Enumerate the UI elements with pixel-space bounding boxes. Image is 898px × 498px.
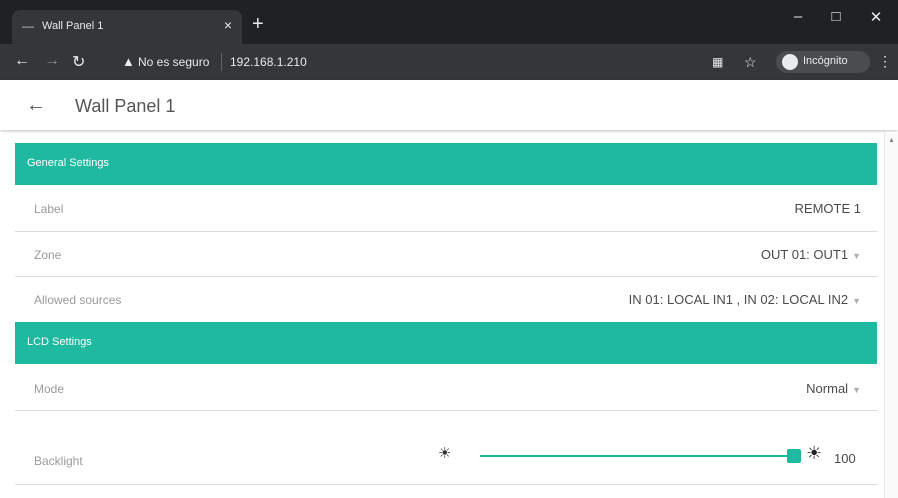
arrow-left-icon[interactable]: ← <box>26 94 46 117</box>
warning-icon: ▲ <box>122 54 135 69</box>
lcd-settings-header: LCD Settings <box>15 322 877 364</box>
label-field-label: Label <box>34 202 64 216</box>
mode-row[interactable]: Mode Normal ▼ <box>15 365 877 411</box>
scroll-up-icon[interactable]: ▲ <box>888 137 895 144</box>
label-field-value[interactable]: REMOTE 1 <box>795 201 861 216</box>
browser-titlebar: — Wall Panel 1 × + – □ ✕ <box>0 0 898 44</box>
url-text[interactable]: 192.168.1.210 <box>230 55 307 69</box>
reload-icon[interactable]: ↻ <box>72 52 85 72</box>
mode-label: Mode <box>34 382 65 396</box>
star-icon[interactable]: ☆ <box>744 54 757 71</box>
label-row[interactable]: Label REMOTE 1 <box>15 186 877 232</box>
omnibox-divider <box>221 53 222 71</box>
backlight-label: Backlight <box>34 454 83 468</box>
mode-value: Normal <box>806 381 849 396</box>
tab-title: Wall Panel 1 <box>42 20 104 32</box>
tab-favicon-icon: — <box>22 19 34 33</box>
brightness-high-icon: ☀ <box>806 443 823 463</box>
address-bar[interactable]: ▲ No es seguro 192.168.1.210 <box>104 49 754 75</box>
scrollbar[interactable]: ▲ <box>884 132 898 498</box>
allowed-sources-row[interactable]: Allowed sources IN 01: LOCAL IN1 , IN 02… <box>15 277 877 321</box>
back-nav-icon[interactable]: ← <box>14 52 30 70</box>
tab-close-icon[interactable]: × <box>224 17 232 33</box>
section-title: LCD Settings <box>27 336 92 348</box>
backlight-slider-track[interactable] <box>480 455 795 457</box>
mode-select[interactable]: Normal ▼ <box>806 381 861 396</box>
translate-icon[interactable]: ▦ <box>712 55 723 69</box>
allowed-sources-label: Allowed sources <box>34 293 122 307</box>
maximize-icon[interactable]: □ <box>826 8 846 25</box>
caret-down-icon: ▼ <box>852 296 861 306</box>
zone-select[interactable]: OUT 01: OUT1 ▼ <box>761 247 861 262</box>
close-window-icon[interactable]: ✕ <box>866 8 886 26</box>
page-title: Wall Panel 1 <box>75 96 176 116</box>
menu-icon[interactable]: ⋮ <box>878 53 892 70</box>
caret-down-icon: ▼ <box>852 385 861 395</box>
incognito-badge[interactable]: Incógnito <box>776 51 870 73</box>
incognito-label: Incógnito <box>803 55 848 67</box>
app-header: ← Wall Panel 1 <box>0 80 898 130</box>
new-tab-icon[interactable]: + <box>252 14 264 34</box>
minimize-icon[interactable]: – <box>788 8 808 25</box>
browser-toolbar: ← → ↻ ▲ No es seguro 192.168.1.210 ▦ ☆ I… <box>0 44 898 80</box>
allowed-sources-select[interactable]: IN 01: LOCAL IN1 , IN 02: LOCAL IN2 ▼ <box>629 292 861 307</box>
zone-value: OUT 01: OUT1 <box>760 247 849 262</box>
section-title: General Settings <box>27 157 109 169</box>
caret-down-icon: ▼ <box>852 251 861 261</box>
zone-row[interactable]: Zone OUT 01: OUT1 ▼ <box>15 232 877 277</box>
general-settings-header: General Settings <box>15 143 877 185</box>
zone-label: Zone <box>34 248 62 262</box>
security-status: No es seguro <box>138 55 210 69</box>
backlight-slider-thumb[interactable] <box>787 449 801 463</box>
backlight-value: 100 <box>834 451 856 466</box>
allowed-sources-value: IN 01: LOCAL IN1 , IN 02: LOCAL IN2 <box>628 292 849 307</box>
incognito-icon <box>782 54 798 70</box>
browser-tab[interactable]: — Wall Panel 1 × <box>12 10 242 44</box>
brightness-low-icon: ☀ <box>438 445 452 462</box>
forward-nav-icon[interactable]: → <box>44 52 60 70</box>
